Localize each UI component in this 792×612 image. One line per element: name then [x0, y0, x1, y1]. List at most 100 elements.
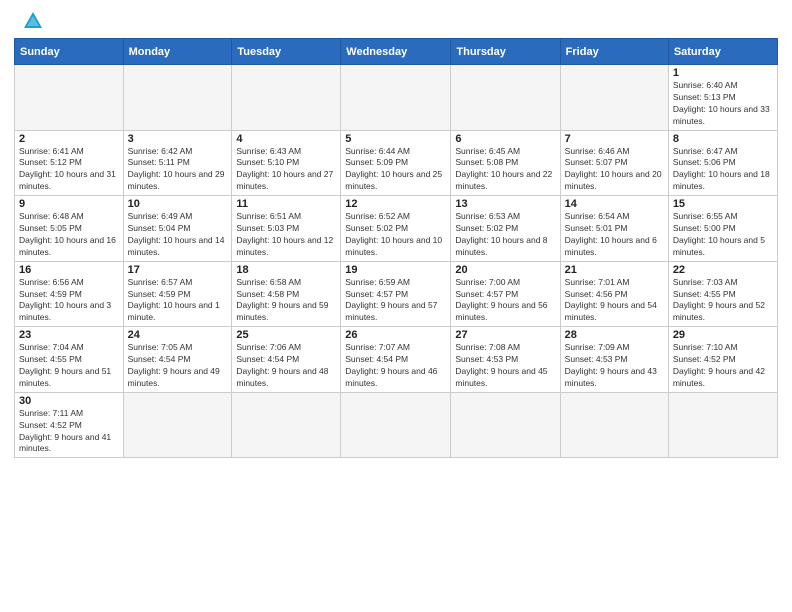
day-info: Sunrise: 6:51 AM Sunset: 5:03 PM Dayligh…: [236, 211, 336, 259]
calendar-cell: 21Sunrise: 7:01 AM Sunset: 4:56 PM Dayli…: [560, 261, 668, 327]
calendar-cell: 20Sunrise: 7:00 AM Sunset: 4:57 PM Dayli…: [451, 261, 560, 327]
day-info: Sunrise: 7:08 AM Sunset: 4:53 PM Dayligh…: [455, 342, 555, 390]
calendar-cell: 10Sunrise: 6:49 AM Sunset: 5:04 PM Dayli…: [123, 196, 232, 262]
day-number: 4: [236, 133, 336, 145]
day-info: Sunrise: 6:44 AM Sunset: 5:09 PM Dayligh…: [345, 146, 446, 194]
day-info: Sunrise: 6:56 AM Sunset: 4:59 PM Dayligh…: [19, 277, 119, 325]
day-info: Sunrise: 6:42 AM Sunset: 5:11 PM Dayligh…: [128, 146, 228, 194]
calendar-cell: 28Sunrise: 7:09 AM Sunset: 4:53 PM Dayli…: [560, 327, 668, 393]
page: SundayMondayTuesdayWednesdayThursdayFrid…: [0, 0, 792, 612]
day-info: Sunrise: 7:03 AM Sunset: 4:55 PM Dayligh…: [673, 277, 773, 325]
day-number: 2: [19, 133, 119, 145]
calendar-header-wednesday: Wednesday: [341, 39, 451, 65]
calendar-header-monday: Monday: [123, 39, 232, 65]
calendar-cell: 15Sunrise: 6:55 AM Sunset: 5:00 PM Dayli…: [668, 196, 777, 262]
day-number: 17: [128, 264, 228, 276]
day-info: Sunrise: 6:49 AM Sunset: 5:04 PM Dayligh…: [128, 211, 228, 259]
calendar-cell: 25Sunrise: 7:06 AM Sunset: 4:54 PM Dayli…: [232, 327, 341, 393]
day-number: 20: [455, 264, 555, 276]
day-number: 5: [345, 133, 446, 145]
calendar-header-row: SundayMondayTuesdayWednesdayThursdayFrid…: [15, 39, 778, 65]
calendar-week-2: 2Sunrise: 6:41 AM Sunset: 5:12 PM Daylig…: [15, 130, 778, 196]
day-info: Sunrise: 6:52 AM Sunset: 5:02 PM Dayligh…: [345, 211, 446, 259]
calendar-cell: [560, 65, 668, 131]
calendar-cell: 27Sunrise: 7:08 AM Sunset: 4:53 PM Dayli…: [451, 327, 560, 393]
calendar-cell: 26Sunrise: 7:07 AM Sunset: 4:54 PM Dayli…: [341, 327, 451, 393]
calendar-header-tuesday: Tuesday: [232, 39, 341, 65]
calendar-week-3: 9Sunrise: 6:48 AM Sunset: 5:05 PM Daylig…: [15, 196, 778, 262]
day-number: 13: [455, 198, 555, 210]
calendar-week-1: 1Sunrise: 6:40 AM Sunset: 5:13 PM Daylig…: [15, 65, 778, 131]
day-info: Sunrise: 7:09 AM Sunset: 4:53 PM Dayligh…: [565, 342, 664, 390]
day-number: 16: [19, 264, 119, 276]
calendar-cell: 6Sunrise: 6:45 AM Sunset: 5:08 PM Daylig…: [451, 130, 560, 196]
calendar-cell: 2Sunrise: 6:41 AM Sunset: 5:12 PM Daylig…: [15, 130, 124, 196]
calendar-header-saturday: Saturday: [668, 39, 777, 65]
calendar-cell: [232, 65, 341, 131]
day-number: 29: [673, 329, 773, 341]
day-number: 28: [565, 329, 664, 341]
calendar: SundayMondayTuesdayWednesdayThursdayFrid…: [14, 38, 778, 458]
day-info: Sunrise: 6:43 AM Sunset: 5:10 PM Dayligh…: [236, 146, 336, 194]
day-number: 21: [565, 264, 664, 276]
header: [14, 10, 778, 32]
day-info: Sunrise: 6:45 AM Sunset: 5:08 PM Dayligh…: [455, 146, 555, 194]
day-info: Sunrise: 6:40 AM Sunset: 5:13 PM Dayligh…: [673, 80, 773, 128]
logo-area: [14, 10, 44, 32]
calendar-header-thursday: Thursday: [451, 39, 560, 65]
day-number: 26: [345, 329, 446, 341]
calendar-header-sunday: Sunday: [15, 39, 124, 65]
calendar-cell: [123, 65, 232, 131]
day-info: Sunrise: 6:57 AM Sunset: 4:59 PM Dayligh…: [128, 277, 228, 325]
day-info: Sunrise: 7:00 AM Sunset: 4:57 PM Dayligh…: [455, 277, 555, 325]
day-number: 10: [128, 198, 228, 210]
calendar-week-5: 23Sunrise: 7:04 AM Sunset: 4:55 PM Dayli…: [15, 327, 778, 393]
day-info: Sunrise: 7:06 AM Sunset: 4:54 PM Dayligh…: [236, 342, 336, 390]
day-number: 11: [236, 198, 336, 210]
calendar-cell: 17Sunrise: 6:57 AM Sunset: 4:59 PM Dayli…: [123, 261, 232, 327]
calendar-cell: [451, 392, 560, 458]
calendar-cell: 18Sunrise: 6:58 AM Sunset: 4:58 PM Dayli…: [232, 261, 341, 327]
day-number: 12: [345, 198, 446, 210]
day-number: 30: [19, 395, 119, 407]
calendar-cell: 29Sunrise: 7:10 AM Sunset: 4:52 PM Dayli…: [668, 327, 777, 393]
logo-icon: [22, 10, 44, 32]
calendar-cell: [451, 65, 560, 131]
calendar-cell: 13Sunrise: 6:53 AM Sunset: 5:02 PM Dayli…: [451, 196, 560, 262]
calendar-cell: [668, 392, 777, 458]
calendar-cell: [341, 65, 451, 131]
day-number: 9: [19, 198, 119, 210]
day-number: 14: [565, 198, 664, 210]
calendar-cell: 14Sunrise: 6:54 AM Sunset: 5:01 PM Dayli…: [560, 196, 668, 262]
day-info: Sunrise: 6:55 AM Sunset: 5:00 PM Dayligh…: [673, 211, 773, 259]
calendar-cell: 22Sunrise: 7:03 AM Sunset: 4:55 PM Dayli…: [668, 261, 777, 327]
calendar-cell: 19Sunrise: 6:59 AM Sunset: 4:57 PM Dayli…: [341, 261, 451, 327]
calendar-cell: 9Sunrise: 6:48 AM Sunset: 5:05 PM Daylig…: [15, 196, 124, 262]
calendar-cell: 16Sunrise: 6:56 AM Sunset: 4:59 PM Dayli…: [15, 261, 124, 327]
day-number: 6: [455, 133, 555, 145]
day-info: Sunrise: 6:47 AM Sunset: 5:06 PM Dayligh…: [673, 146, 773, 194]
day-info: Sunrise: 6:48 AM Sunset: 5:05 PM Dayligh…: [19, 211, 119, 259]
day-info: Sunrise: 7:10 AM Sunset: 4:52 PM Dayligh…: [673, 342, 773, 390]
day-number: 25: [236, 329, 336, 341]
calendar-cell: [341, 392, 451, 458]
calendar-cell: [123, 392, 232, 458]
day-info: Sunrise: 6:59 AM Sunset: 4:57 PM Dayligh…: [345, 277, 446, 325]
day-number: 22: [673, 264, 773, 276]
calendar-cell: 5Sunrise: 6:44 AM Sunset: 5:09 PM Daylig…: [341, 130, 451, 196]
calendar-cell: 8Sunrise: 6:47 AM Sunset: 5:06 PM Daylig…: [668, 130, 777, 196]
calendar-cell: 12Sunrise: 6:52 AM Sunset: 5:02 PM Dayli…: [341, 196, 451, 262]
calendar-cell: 3Sunrise: 6:42 AM Sunset: 5:11 PM Daylig…: [123, 130, 232, 196]
calendar-cell: 23Sunrise: 7:04 AM Sunset: 4:55 PM Dayli…: [15, 327, 124, 393]
calendar-cell: 30Sunrise: 7:11 AM Sunset: 4:52 PM Dayli…: [15, 392, 124, 458]
day-info: Sunrise: 7:05 AM Sunset: 4:54 PM Dayligh…: [128, 342, 228, 390]
day-number: 3: [128, 133, 228, 145]
day-number: 15: [673, 198, 773, 210]
calendar-week-4: 16Sunrise: 6:56 AM Sunset: 4:59 PM Dayli…: [15, 261, 778, 327]
day-number: 1: [673, 67, 773, 79]
calendar-cell: [232, 392, 341, 458]
day-info: Sunrise: 6:46 AM Sunset: 5:07 PM Dayligh…: [565, 146, 664, 194]
calendar-cell: 4Sunrise: 6:43 AM Sunset: 5:10 PM Daylig…: [232, 130, 341, 196]
calendar-cell: 1Sunrise: 6:40 AM Sunset: 5:13 PM Daylig…: [668, 65, 777, 131]
day-info: Sunrise: 7:01 AM Sunset: 4:56 PM Dayligh…: [565, 277, 664, 325]
